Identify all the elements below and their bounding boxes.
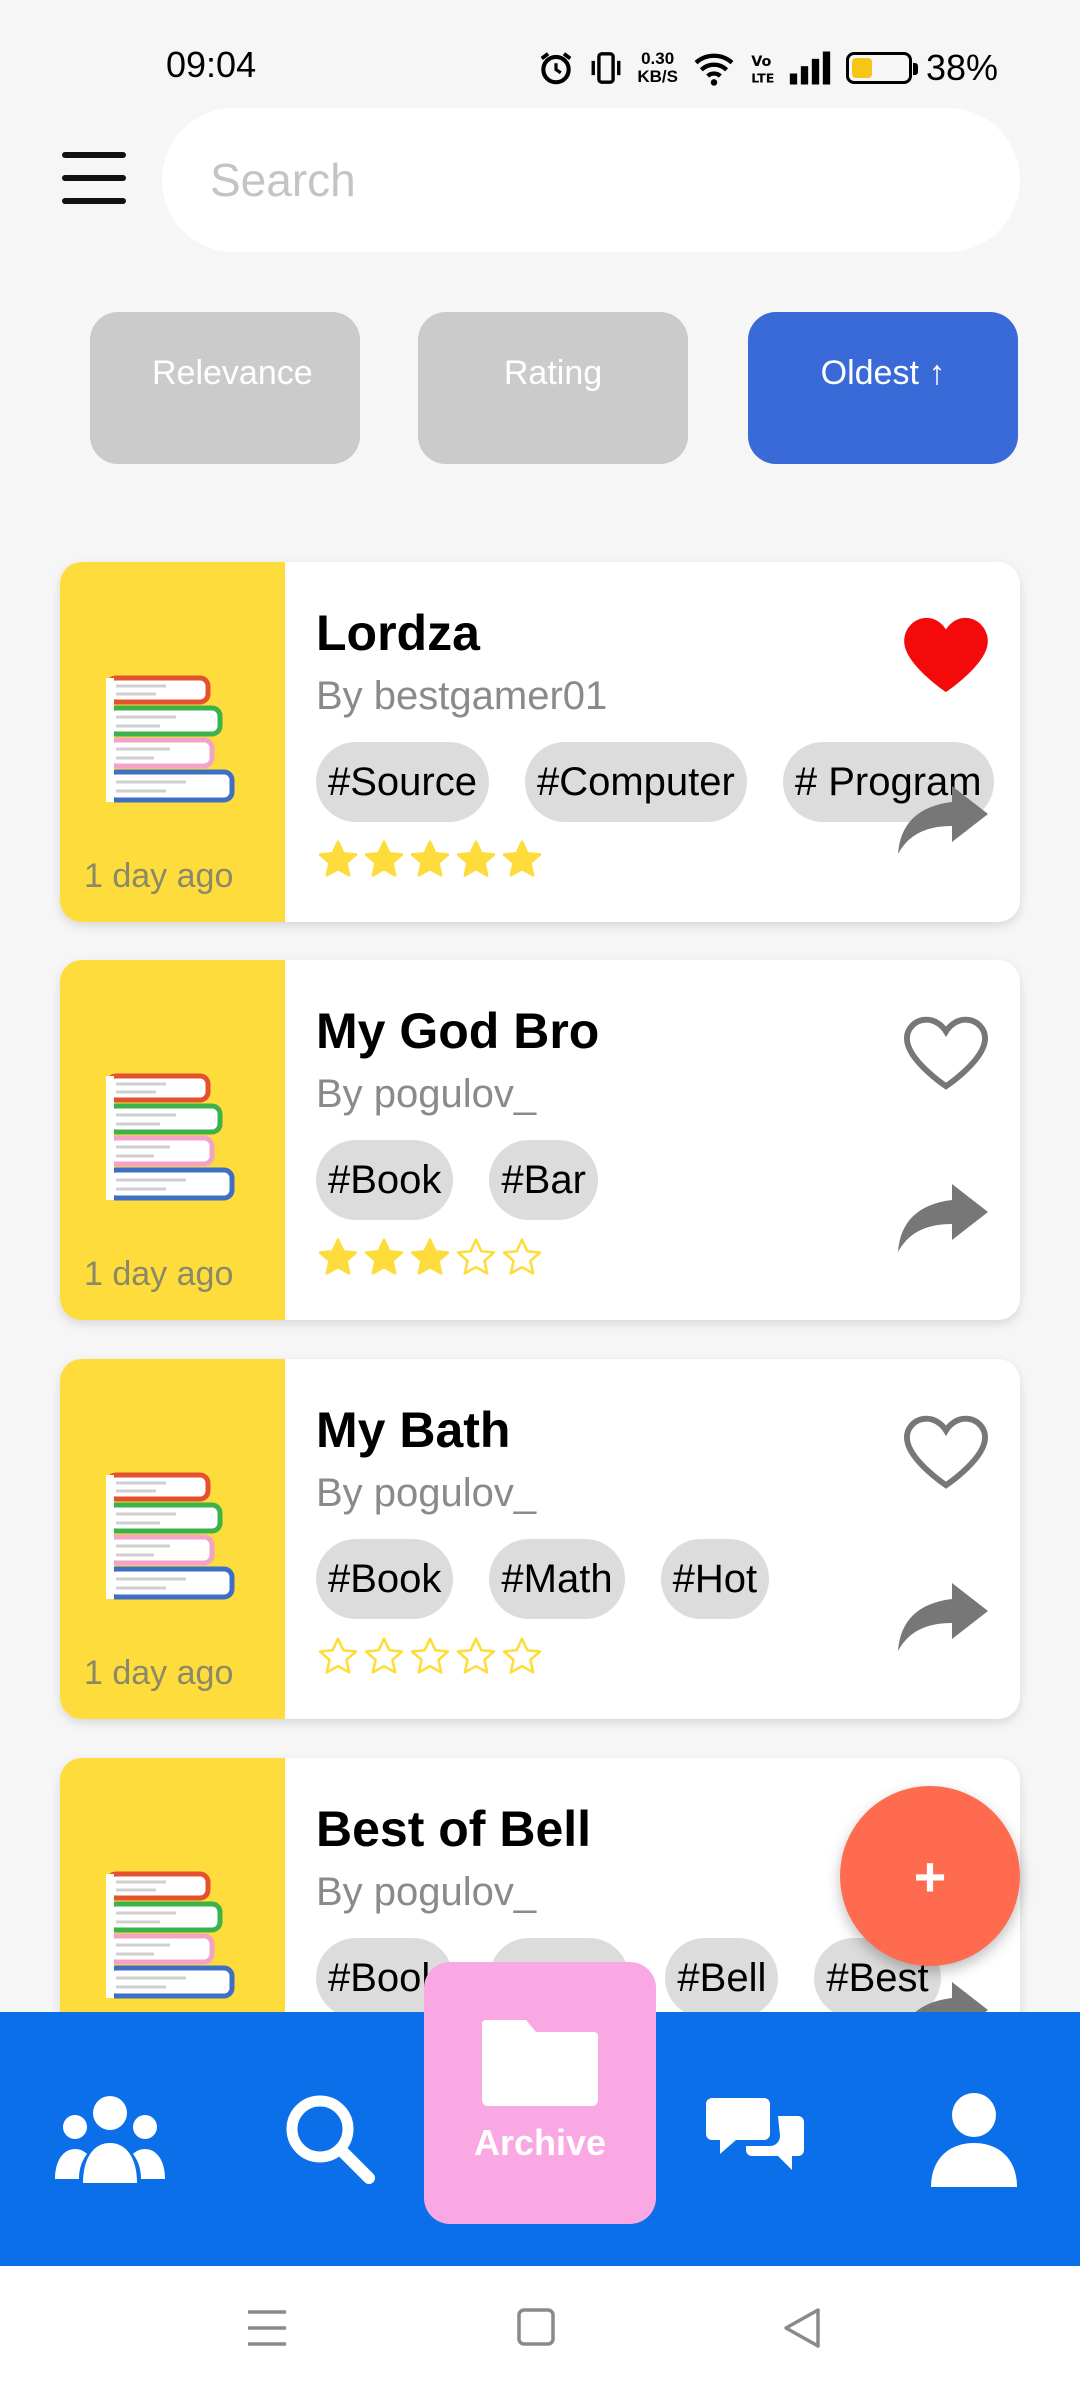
- card-tags: #Book #Bar: [316, 1140, 598, 1220]
- star-icon: [316, 1236, 360, 1285]
- book-card[interactable]: 1 day ago My God Bro By pogulov_ #Book #Bar: [60, 960, 1020, 1320]
- book-stack-icon: [106, 1073, 235, 1201]
- nav-archive-label: Archive: [473, 2122, 607, 2163]
- share-icon[interactable]: [894, 1581, 990, 1658]
- book-stack-icon: [106, 1871, 235, 1999]
- card-tags: #Book #Math #Hot: [316, 1539, 770, 1619]
- square-icon: [517, 2308, 555, 2346]
- system-nav-bar: [0, 2266, 1080, 2400]
- tag-chip[interactable]: #Bell: [665, 1938, 779, 2018]
- card-rating: [316, 1236, 544, 1285]
- card-author: By pogulov_: [316, 1870, 537, 1914]
- star-icon: [408, 1236, 452, 1285]
- search-input[interactable]: [162, 108, 1020, 252]
- vibrate-icon: [589, 49, 623, 87]
- star-icon: [408, 838, 452, 887]
- card-title: Lordza: [316, 605, 480, 661]
- wifi-icon: [692, 50, 736, 86]
- heart-icon[interactable]: [898, 610, 994, 701]
- svg-text:Vo: Vo: [751, 54, 771, 70]
- tag-chip[interactable]: #Computer: [524, 742, 747, 822]
- card-author: By pogulov_: [316, 1471, 537, 1515]
- book-stack-icon: [106, 675, 235, 803]
- heart-icon[interactable]: [898, 1407, 994, 1498]
- folder-icon: [482, 2020, 598, 2106]
- card-thumbnail: 1 day ago: [60, 1359, 285, 1719]
- star-icon: [500, 838, 544, 887]
- card-date: 1 day ago: [84, 1654, 234, 1692]
- status-icons: 0.30 KB/S Vo LTE 38%: [537, 44, 998, 92]
- star-icon: [316, 1635, 360, 1684]
- nav-chat[interactable]: [686, 2012, 826, 2266]
- star-icon: [362, 1236, 406, 1285]
- back-triangle-icon: [784, 2308, 820, 2348]
- sort-relevance-button[interactable]: Relevance: [90, 312, 360, 464]
- signal-icon: [788, 51, 832, 85]
- card-date: 1 day ago: [84, 857, 234, 895]
- card-title: Best of Bell: [316, 1801, 592, 1857]
- share-icon[interactable]: [894, 784, 990, 861]
- svg-text:LTE: LTE: [751, 70, 774, 85]
- star-icon: [408, 1635, 452, 1684]
- net-speed-unit: KB/S: [637, 67, 678, 86]
- star-icon: [500, 1236, 544, 1285]
- card-thumbnail: 1 day ago: [60, 562, 285, 922]
- tag-chip[interactable]: #Source: [316, 742, 489, 822]
- star-icon: [454, 1635, 498, 1684]
- nav-search[interactable]: [260, 2012, 400, 2266]
- star-icon: [454, 1236, 498, 1285]
- menu-icon: [248, 2310, 286, 2346]
- alarm-icon: [537, 49, 575, 87]
- star-icon: [362, 1635, 406, 1684]
- net-speed: 0.30 KB/S: [637, 50, 678, 86]
- battery-percent: 38%: [925, 47, 998, 88]
- book-card[interactable]: 1 day ago Lordza By bestgamer01 #Source #Com…: [60, 562, 1020, 922]
- star-icon: [500, 1635, 544, 1684]
- star-icon: [454, 838, 498, 887]
- profile-icon: [931, 2093, 1017, 2187]
- community-icon: [55, 2096, 165, 2183]
- book-stack-icon: [106, 1472, 235, 1600]
- nav-profile[interactable]: [904, 2012, 1044, 2266]
- nav-archive[interactable]: Archive: [424, 1962, 656, 2224]
- tag-chip[interactable]: #Hot: [660, 1539, 770, 1619]
- battery-level: [851, 58, 873, 78]
- hamburger-menu-icon[interactable]: [62, 152, 126, 204]
- tag-chip[interactable]: #Math: [489, 1539, 625, 1619]
- add-button[interactable]: +: [840, 1786, 1020, 1966]
- star-icon: [362, 838, 406, 887]
- card-date: 1 day ago: [84, 1255, 234, 1293]
- status-time: 09:04: [166, 44, 257, 85]
- recent-apps-button[interactable]: [246, 2306, 288, 2355]
- card-title: My God Bro: [316, 1003, 600, 1059]
- card-title: My Bath: [316, 1402, 511, 1458]
- card-rating: [316, 1635, 544, 1684]
- card-rating: [316, 838, 544, 887]
- card-author: By bestgamer01: [316, 674, 608, 718]
- volte-icon: Vo LTE: [750, 50, 774, 86]
- sort-oldest-button[interactable]: Oldest ↑: [748, 312, 1018, 464]
- search-icon: [286, 2095, 375, 2184]
- book-card[interactable]: 1 day ago My Bath By pogulov_ #Book #Math #Ho…: [60, 1359, 1020, 1719]
- back-button[interactable]: [782, 2306, 822, 2355]
- card-tags: #Source #Computer # Program: [316, 742, 994, 822]
- net-speed-value: 0.30: [641, 49, 675, 68]
- nav-community[interactable]: [40, 2012, 180, 2266]
- battery-icon: [845, 52, 918, 84]
- tag-chip[interactable]: #Book: [316, 1539, 454, 1619]
- sort-rating-button[interactable]: Rating: [418, 312, 688, 464]
- share-icon[interactable]: [894, 1182, 990, 1259]
- card-author: By pogulov_: [316, 1072, 537, 1116]
- heart-icon[interactable]: [898, 1008, 994, 1099]
- star-icon: [316, 838, 360, 887]
- chat-icon: [706, 2098, 804, 2170]
- home-button[interactable]: [516, 2306, 556, 2355]
- tag-chip[interactable]: #Book: [316, 1140, 454, 1220]
- tag-chip[interactable]: #Bar: [489, 1140, 598, 1220]
- card-thumbnail: 1 day ago: [60, 960, 285, 1320]
